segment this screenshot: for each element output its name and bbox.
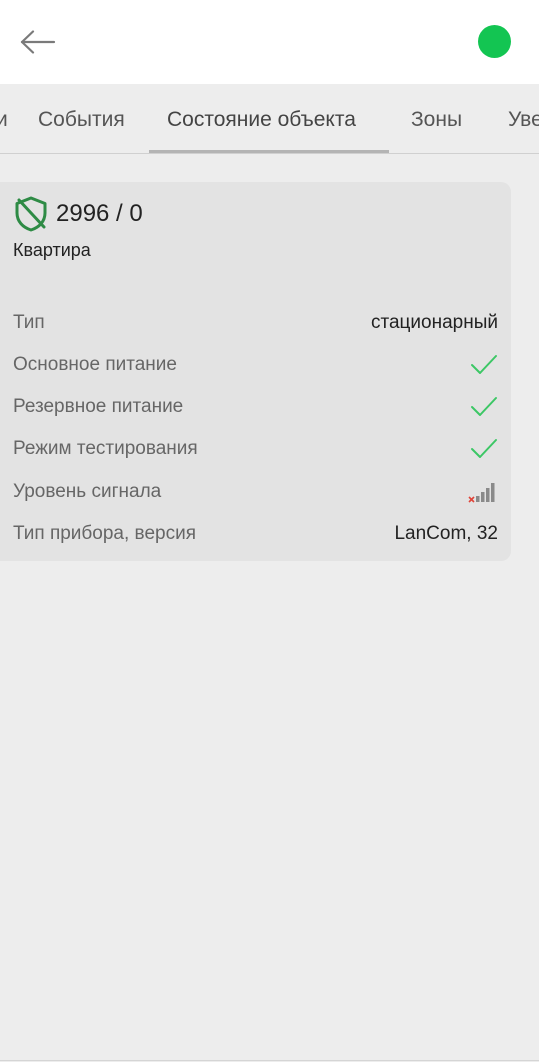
tab-object-state[interactable]: Состояние объекта	[167, 84, 356, 153]
tab-bar: и События Состояние объекта Зоны Уве	[0, 84, 539, 154]
bottom-divider	[0, 1060, 539, 1061]
back-button[interactable]	[14, 22, 62, 62]
row-type-value: стационарный	[370, 312, 498, 333]
check-icon	[471, 439, 497, 458]
object-header: 2996 / 0	[14, 196, 143, 232]
row-main-power-label: Основное питание	[13, 354, 177, 375]
row-type: Тип стационарный	[13, 308, 498, 338]
row-signal-level-label: Уровень сигнала	[13, 481, 162, 502]
shield-icon	[15, 196, 47, 232]
row-device-type-value: LanCom, 32	[394, 523, 498, 544]
tab-partial-left[interactable]: и	[0, 84, 8, 153]
check-icon	[471, 397, 497, 416]
tab-events[interactable]: События	[38, 84, 125, 153]
tab-notifications[interactable]: Уве	[508, 84, 539, 153]
app-bar	[0, 0, 539, 84]
row-type-label: Тип	[13, 312, 45, 333]
object-state-card: 2996 / 0 Квартира Тип стационарный Основ…	[0, 182, 511, 561]
row-test-mode-label: Режим тестирования	[13, 438, 198, 459]
signal-no-connection-icon	[468, 483, 495, 503]
check-icon	[471, 355, 497, 374]
connection-status-indicator	[478, 25, 511, 58]
row-backup-power-label: Резервное питание	[13, 396, 184, 417]
active-tab-indicator	[149, 150, 389, 153]
tab-zones[interactable]: Зоны	[411, 84, 462, 153]
arrow-left-icon	[20, 30, 56, 54]
row-signal-level: Уровень сигнала	[13, 477, 498, 507]
row-backup-power: Резервное питание	[13, 392, 498, 422]
row-main-power: Основное питание	[13, 350, 498, 380]
object-name: Квартира	[13, 240, 91, 260]
row-device-type: Тип прибора, версия LanCom, 32	[13, 519, 498, 549]
row-test-mode: Режим тестирования	[13, 434, 498, 464]
row-device-type-label: Тип прибора, версия	[13, 523, 196, 544]
object-number: 2996 / 0	[56, 200, 143, 227]
